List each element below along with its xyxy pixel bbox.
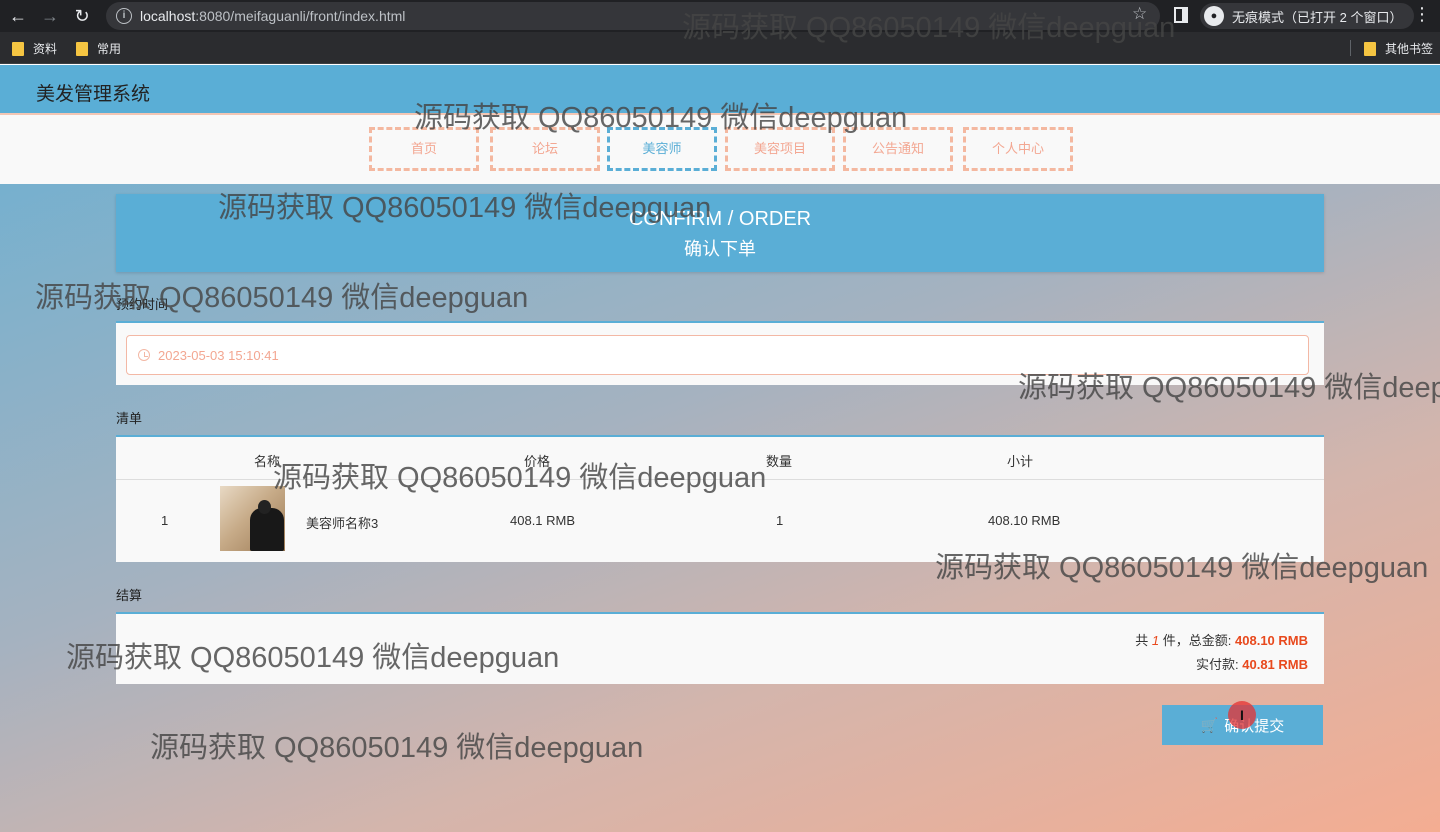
order-list: 名称 价格 数量 小计 1 美容师名称3 408.1 RMB 1 408.10 … <box>116 435 1324 562</box>
folder-icon <box>1364 41 1376 56</box>
list-label: 清单 <box>116 411 143 426</box>
row-price: 408.1 RMB <box>510 513 576 528</box>
row-qty: 1 <box>776 513 784 528</box>
paid-label: 实付款: <box>1196 657 1239 672</box>
browser-toolbar: ← → ↻ i localhost:8080/meifaguanli/front… <box>0 0 1440 32</box>
list-divider <box>116 479 1324 480</box>
bookmark-folder-changyong[interactable]: 常用 <box>76 40 121 57</box>
cart-icon: 🛒 <box>1200 716 1219 733</box>
main-nav: 首页 论坛 美容师 美容项目 公告通知 个人中心 <box>0 113 1440 184</box>
nav-profile[interactable]: 个人中心 <box>963 127 1073 171</box>
booking-time-value: 2023-05-03 15:10:41 <box>158 348 279 363</box>
clock-icon <box>138 349 150 361</box>
banner-title-en: CONFIRM / ORDER <box>628 208 812 230</box>
site-info-icon[interactable]: i <box>116 8 132 24</box>
booking-time-section: 2023-05-03 15:10:41 <box>116 321 1324 385</box>
settlement-label: 结算 <box>116 588 143 603</box>
row-index: 1 <box>161 513 169 528</box>
settlement-section: 共 1 件，总金额: 408.10 RMB 实付款: 40.81 RMB <box>116 612 1324 684</box>
count-suffix: 件，总金额: <box>1162 633 1232 648</box>
thumbnail-figure <box>250 508 284 551</box>
bookmark-label: 资料 <box>33 42 58 56</box>
nav-forum[interactable]: 论坛 <box>490 127 600 171</box>
bookmark-star-icon[interactable]: ☆ <box>1132 4 1147 24</box>
total-line: 共 1 件，总金额: 408.10 RMB <box>1135 630 1308 649</box>
count-prefix: 共 <box>1135 633 1149 648</box>
item-count: 1 <box>1151 633 1160 648</box>
bookmark-label: 常用 <box>97 42 122 56</box>
stylist-thumbnail <box>220 486 285 551</box>
total-amount: 408.10 RMB <box>1235 633 1308 648</box>
bookmark-label: 其他书签 <box>1385 42 1434 56</box>
col-header-qty: 数量 <box>766 454 793 469</box>
nav-notices[interactable]: 公告通知 <box>843 127 953 171</box>
incognito-badge[interactable]: ● 无痕模式（已打开 2 个窗口） <box>1200 3 1415 29</box>
row-subtotal: 408.10 RMB <box>988 513 1061 528</box>
nav-beauty-projects[interactable]: 美容项目 <box>725 127 835 171</box>
side-panel-icon[interactable] <box>1174 7 1188 23</box>
bookmark-separator <box>1350 40 1351 56</box>
nav-home[interactable]: 首页 <box>369 127 479 171</box>
banner-title-zh: 确认下单 <box>684 239 756 259</box>
folder-icon <box>76 41 88 56</box>
site-title: 美发管理系统 <box>36 84 151 105</box>
thumbnail-head <box>258 500 271 514</box>
incognito-icon: ● <box>1204 6 1224 26</box>
col-header-subtotal: 小计 <box>1007 454 1034 469</box>
row-name: 美容师名称3 <box>306 516 379 531</box>
paid-amount: 40.81 RMB <box>1242 657 1308 672</box>
site-header: 美发管理系统 <box>0 65 1440 113</box>
cursor-indicator: I <box>1228 701 1256 729</box>
browser-menu-icon[interactable]: ⋮ <box>1412 4 1432 25</box>
page: 美发管理系统 首页 论坛 美容师 美容项目 公告通知 个人中心 CONFIRM … <box>0 65 1440 832</box>
paid-line: 实付款: 40.81 RMB <box>1196 654 1308 673</box>
col-header-name: 名称 <box>254 454 281 469</box>
url-text: localhost:8080/meifaguanli/front/index.h… <box>140 8 406 24</box>
forward-icon[interactable]: → <box>38 4 62 28</box>
nav-stylist[interactable]: 美容师 <box>607 127 717 171</box>
booking-time-label: 预约时间 <box>116 297 169 312</box>
reload-icon[interactable]: ↻ <box>70 4 94 28</box>
bookmarks-bar: 资料 常用 其他书签 <box>0 32 1440 64</box>
confirm-order-banner: CONFIRM / ORDER 确认下单 <box>116 194 1324 272</box>
folder-icon <box>12 41 24 56</box>
back-icon[interactable]: ← <box>6 4 30 28</box>
incognito-label: 无痕模式（已打开 2 个窗口） <box>1232 9 1403 25</box>
bookmark-folder-other[interactable]: 其他书签 <box>1364 40 1433 57</box>
address-bar[interactable]: i localhost:8080/meifaguanli/front/index… <box>106 2 1160 30</box>
booking-time-input[interactable]: 2023-05-03 15:10:41 <box>126 335 1309 375</box>
bookmark-folder-ziliao[interactable]: 资料 <box>12 40 57 57</box>
col-header-price: 价格 <box>524 454 551 469</box>
